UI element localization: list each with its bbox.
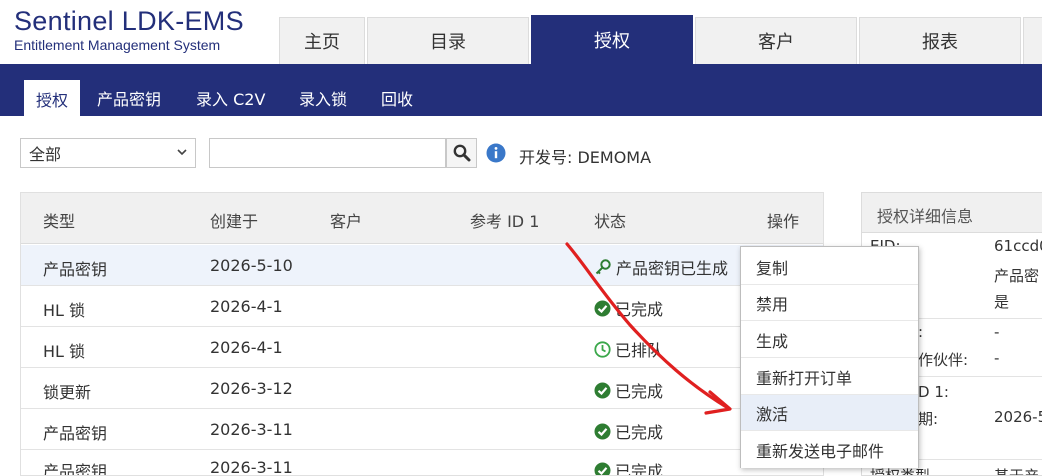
column-header-created[interactable]: 创建于 <box>210 208 258 232</box>
column-header-ref-id[interactable]: 参考 ID 1 <box>470 208 539 232</box>
detail-value: - <box>994 323 1000 341</box>
cell-type: 锁更新 <box>43 383 92 402</box>
logo-subtitle: Entitlement Management System <box>14 37 221 53</box>
column-header-status[interactable]: 状态 <box>594 208 626 232</box>
search-input[interactable] <box>209 138 446 168</box>
logo-title: Sentinel LDK-EMS <box>14 6 244 36</box>
table-row[interactable]: HL 锁 2026-4-1 已完成 <box>21 286 823 327</box>
cell-status: 已排队 <box>594 337 663 361</box>
column-header-type[interactable]: 类型 <box>43 208 75 232</box>
cell-created: 2026-4-1 <box>210 338 283 357</box>
details-header: 授权详细信息 <box>862 193 1042 233</box>
tab-catalog[interactable]: 目录 <box>367 17 529 64</box>
clock-icon <box>594 340 611 358</box>
table-header: 类型 创建于 客户 参考 ID 1 状态 操作 <box>21 193 823 244</box>
detail-value: 2026-5 <box>994 408 1042 426</box>
subnav-recall[interactable]: 回收 <box>369 79 425 116</box>
logo: Sentinel LDK-EMS Entitlement Management … <box>14 6 244 54</box>
sub-navigation: 授权 产品密钥 录入 C2V 录入锁 回收 <box>0 64 1042 117</box>
detail-value: 产品密 <box>994 267 1040 285</box>
cell-type: 产品密钥 <box>43 424 108 443</box>
chevron-down-icon <box>177 149 187 156</box>
menu-item-resend-email[interactable]: 重新发送电子邮件 <box>741 432 918 468</box>
check-circle-icon <box>594 382 611 398</box>
detail-label: 期: <box>918 410 939 428</box>
column-header-customer[interactable]: 客户 <box>330 208 362 232</box>
cell-type: 产品密钥 <box>43 260 108 279</box>
table-row[interactable]: HL 锁 2026-4-1 已排队 <box>21 327 823 368</box>
cell-created: 2026-4-1 <box>210 297 283 316</box>
status-text: 已完成 <box>615 423 664 442</box>
detail-label: D 1: <box>918 383 949 401</box>
cell-status: 产品密钥已生成 <box>594 255 728 279</box>
developer-id-label: 开发号: DEMOMA <box>519 148 652 167</box>
menu-item-activate[interactable]: 激活 <box>741 395 918 431</box>
cell-status: 已完成 <box>594 419 663 443</box>
menu-item-disable[interactable]: 禁用 <box>741 285 918 321</box>
cell-created: 2026-3-11 <box>210 458 293 476</box>
cell-created: 2026-5-10 <box>210 256 293 275</box>
filter-select-value: 全部 <box>29 145 62 164</box>
table-row[interactable]: 产品密钥 2026-3-11 已完成 <box>21 409 823 450</box>
cell-created: 2026-3-12 <box>210 379 293 398</box>
cell-type: HL 锁 <box>43 301 86 320</box>
cell-created: 2026-3-11 <box>210 420 293 439</box>
search-icon <box>453 144 470 162</box>
table-row[interactable]: 锁更新 2026-3-12 已完成 <box>21 368 823 409</box>
menu-item-reopen-order[interactable]: 重新打开订单 <box>741 359 918 395</box>
cell-type: HL 锁 <box>43 342 86 361</box>
tab-home[interactable]: 主页 <box>279 17 365 64</box>
detail-value: 是 <box>994 293 1010 311</box>
column-header-actions: 操作 <box>767 212 800 231</box>
details-title: 授权详细信息 <box>877 207 974 226</box>
search-button[interactable] <box>446 138 477 168</box>
tab-customers[interactable]: 客户 <box>695 17 857 64</box>
status-text: 已完成 <box>615 382 664 401</box>
status-text: 已排队 <box>615 341 664 360</box>
subnav-enter-c2v[interactable]: 录入 C2V <box>184 79 277 116</box>
info-icon[interactable] <box>486 143 506 163</box>
check-circle-icon <box>594 300 611 316</box>
subnav-entitlements[interactable]: 授权 <box>24 80 81 117</box>
detail-value: 61ccd0 <box>994 237 1042 255</box>
table-row[interactable]: 产品密钥 2026-5-10 产品密钥已生成 <box>21 245 823 286</box>
actions-menu: 复制 禁用 生成 重新打开订单 激活 重新发送电子邮件 <box>740 246 919 468</box>
detail-value: - <box>994 349 1000 367</box>
cell-type: 产品密钥 <box>43 462 108 476</box>
status-text: 已完成 <box>615 462 664 476</box>
key-icon <box>595 259 611 275</box>
status-text: 产品密钥已生成 <box>616 259 729 278</box>
tab-reports[interactable]: 报表 <box>859 17 1021 64</box>
detail-label: 作伙伴: <box>918 351 969 369</box>
menu-item-generate[interactable]: 生成 <box>741 322 918 358</box>
detail-value: 基于产 <box>994 467 1040 476</box>
tab-entitlements[interactable]: 授权 <box>531 15 693 64</box>
entitlements-table: 类型 创建于 客户 参考 ID 1 状态 操作 产品密钥 2026-5-10 产… <box>20 192 824 476</box>
subnav-enter-lock[interactable]: 录入锁 <box>287 79 359 116</box>
check-circle-icon <box>594 423 611 439</box>
cell-status: 已完成 <box>594 378 663 402</box>
check-circle-icon <box>594 462 611 475</box>
tab-more[interactable] <box>1023 17 1042 64</box>
cell-status: 已完成 <box>594 458 664 476</box>
menu-item-copy[interactable]: 复制 <box>741 249 918 285</box>
cell-status: 已完成 <box>594 296 663 320</box>
table-row[interactable]: 产品密钥 2026-3-11 已完成 <box>21 450 823 476</box>
subnav-product-keys[interactable]: 产品密钥 <box>85 79 173 116</box>
app-header: Sentinel LDK-EMS Entitlement Management … <box>0 0 1042 64</box>
status-text: 已完成 <box>615 300 664 319</box>
filter-select[interactable]: 全部 <box>20 138 196 168</box>
